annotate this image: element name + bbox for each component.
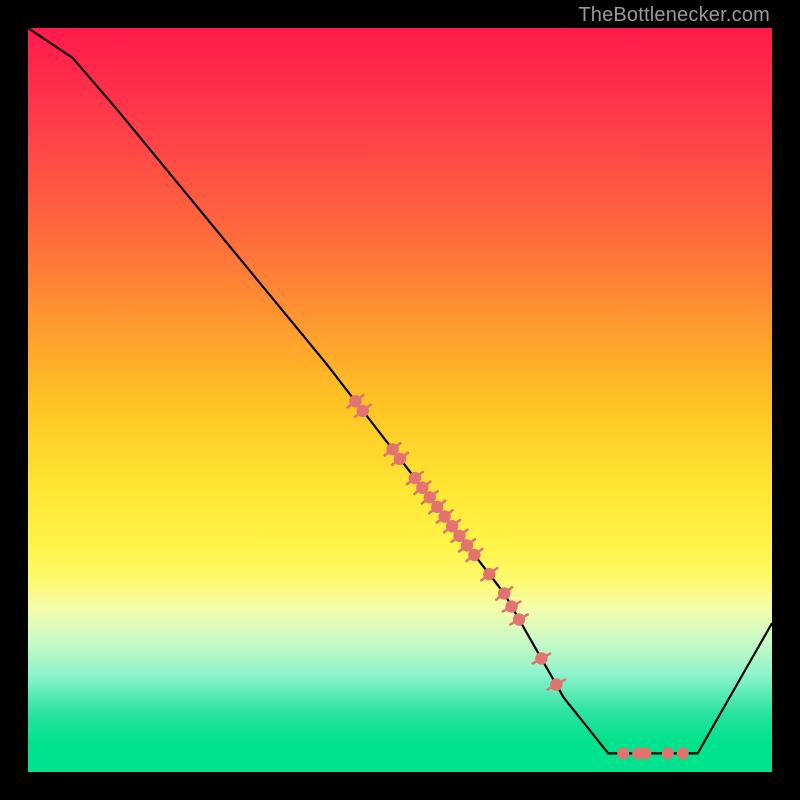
data-point <box>677 747 689 759</box>
data-point-tick <box>440 501 445 505</box>
data-point <box>662 747 674 759</box>
bottleneck-curve <box>28 28 772 753</box>
data-point-tick <box>459 548 464 552</box>
data-point-tick <box>444 529 449 533</box>
data-point <box>640 747 652 759</box>
data-point-tick <box>385 452 390 456</box>
data-point-tick <box>396 443 401 447</box>
data-point-tick <box>437 519 442 523</box>
data-point <box>513 613 525 625</box>
data-point-tick <box>359 395 364 399</box>
data-point-tick <box>422 500 427 504</box>
data-point-tick <box>507 587 512 591</box>
data-point-tick <box>448 510 453 514</box>
data-point <box>550 678 562 690</box>
data-point-tick <box>515 602 520 605</box>
data-point-tick <box>455 520 460 524</box>
data-point-tick <box>560 680 565 683</box>
data-point-tick <box>426 482 431 486</box>
data-point-tick <box>392 461 397 465</box>
data-point-tick <box>403 453 408 457</box>
data-point-tick <box>414 490 419 494</box>
data-point-tick <box>523 615 528 618</box>
data-point-tick <box>348 404 353 408</box>
data-point <box>535 652 547 664</box>
curve-layer <box>28 28 772 753</box>
data-point-tick <box>496 596 501 600</box>
data-point <box>505 600 517 612</box>
data-point-tick <box>433 491 438 495</box>
data-point-tick <box>429 509 434 513</box>
chart-svg <box>28 28 772 772</box>
data-point-tick <box>467 557 472 561</box>
chart-stage: TheBottlenecker.com <box>0 0 800 800</box>
data-point-tick <box>470 539 475 543</box>
chart-plot-area <box>28 28 772 772</box>
data-point-tick <box>478 549 483 553</box>
data-point-tick <box>355 413 360 417</box>
data-point-tick <box>533 661 538 664</box>
data-point-tick <box>463 530 468 534</box>
data-point-tick <box>452 538 457 542</box>
data-point-tick <box>407 481 412 485</box>
data-point-tick <box>481 577 486 581</box>
data-point-tick <box>418 472 423 476</box>
data-point-tick <box>492 568 497 572</box>
attribution-text: TheBottlenecker.com <box>578 4 770 27</box>
data-point <box>617 747 629 759</box>
slope-marker-group <box>348 395 565 691</box>
data-point-tick <box>366 405 371 409</box>
